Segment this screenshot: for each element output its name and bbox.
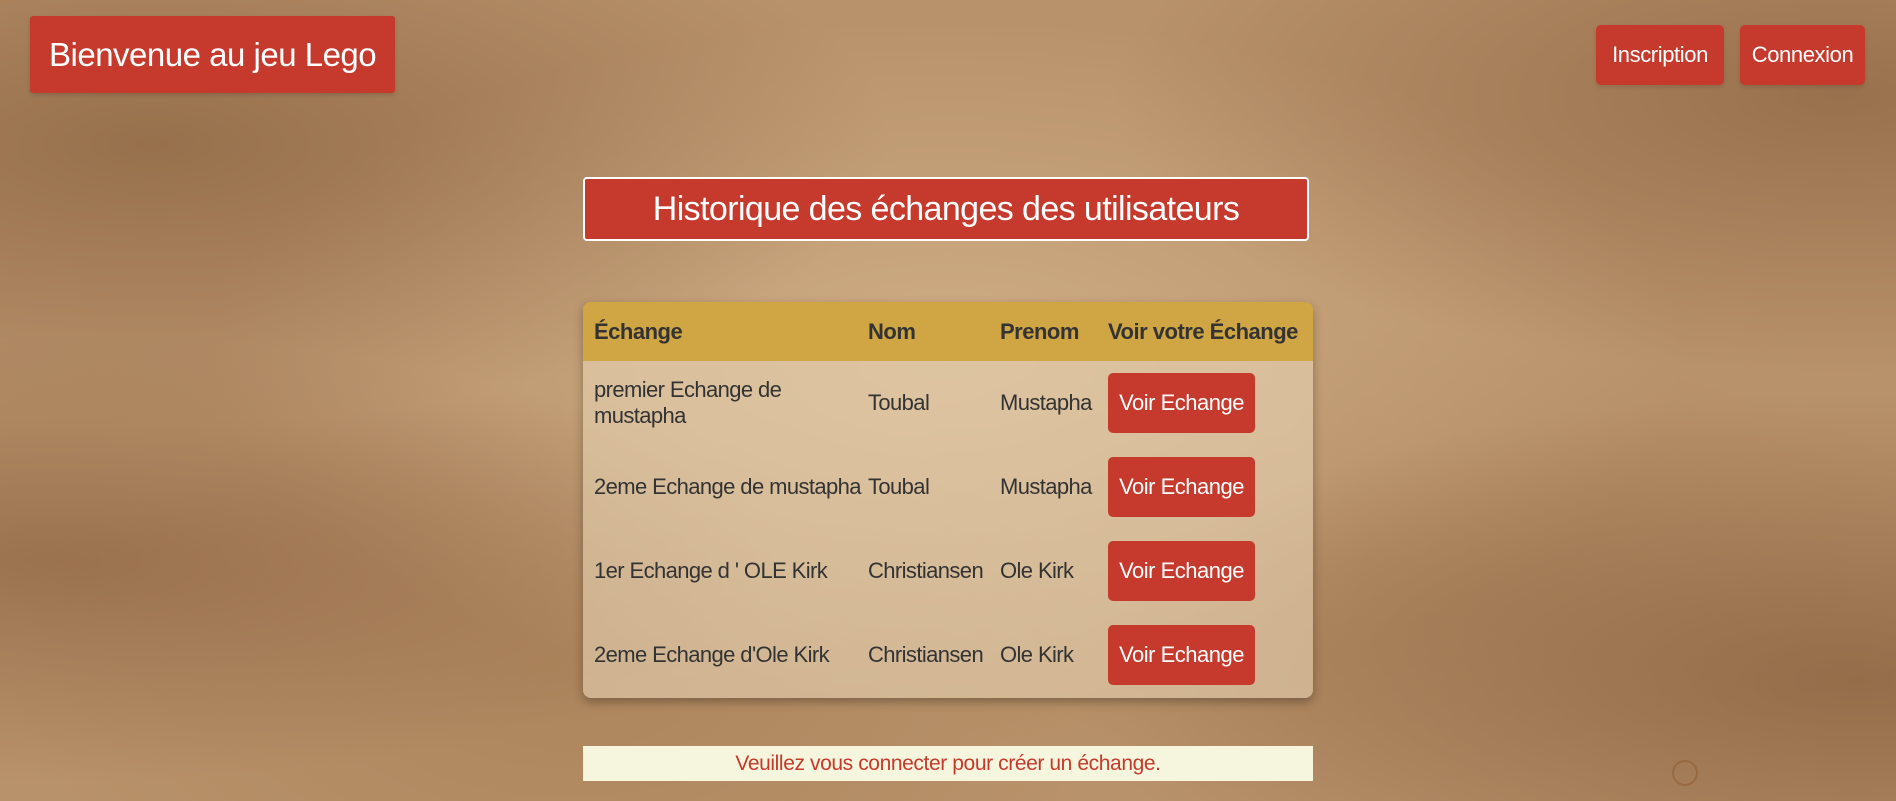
cell-prenom: Ole Kirk: [1000, 558, 1074, 583]
coffee-stain-decoration: [1672, 760, 1698, 786]
login-notice: Veuillez vous connecter pour créer un éc…: [583, 746, 1313, 781]
cell-prenom: Mustapha: [1000, 474, 1092, 499]
site-title[interactable]: Bienvenue au jeu Lego: [30, 16, 396, 93]
inscription-button[interactable]: Inscription: [1596, 25, 1724, 85]
cell-prenom: Ole Kirk: [1000, 642, 1074, 667]
column-header-echange: Échange: [594, 318, 683, 344]
voir-echange-button[interactable]: Voir Echange: [1108, 457, 1255, 517]
cell-nom: Christiansen: [868, 558, 984, 583]
table-row: 2eme Echange de mustapha Toubal Mustapha…: [583, 445, 1313, 529]
voir-echange-button[interactable]: Voir Echange: [1108, 541, 1255, 601]
table-row: 1er Echange d ' OLE Kirk Christiansen Ol…: [583, 529, 1313, 613]
cell-echange: 1er Echange d ' OLE Kirk: [594, 558, 828, 583]
cell-echange: 2eme Echange d'Ole Kirk: [594, 642, 830, 667]
cell-nom: Toubal: [868, 474, 930, 499]
cell-echange: 2eme Echange de mustapha: [594, 474, 862, 499]
table-header: Échange Nom Prenom Voir votre Échange: [583, 302, 1313, 361]
table-row: premier Echange de mustapha Toubal Musta…: [583, 361, 1313, 445]
voir-echange-button[interactable]: Voir Echange: [1108, 625, 1255, 685]
table-row: 2eme Echange d'Ole Kirk Christiansen Ole…: [583, 613, 1313, 697]
exchange-history-table: Échange Nom Prenom Voir votre Échange pr…: [583, 302, 1313, 698]
page-title: Historique des échanges des utilisateurs: [583, 177, 1309, 241]
cell-nom: Toubal: [868, 390, 930, 415]
column-header-prenom: Prenom: [1000, 318, 1079, 344]
column-header-nom: Nom: [868, 318, 916, 344]
cell-echange: premier Echange de mustapha: [594, 377, 782, 428]
cell-prenom: Mustapha: [1000, 390, 1092, 415]
column-header-voir: Voir votre Échange: [1108, 318, 1298, 344]
connexion-button[interactable]: Connexion: [1740, 25, 1865, 85]
cell-nom: Christiansen: [868, 642, 984, 667]
voir-echange-button[interactable]: Voir Echange: [1108, 373, 1255, 433]
